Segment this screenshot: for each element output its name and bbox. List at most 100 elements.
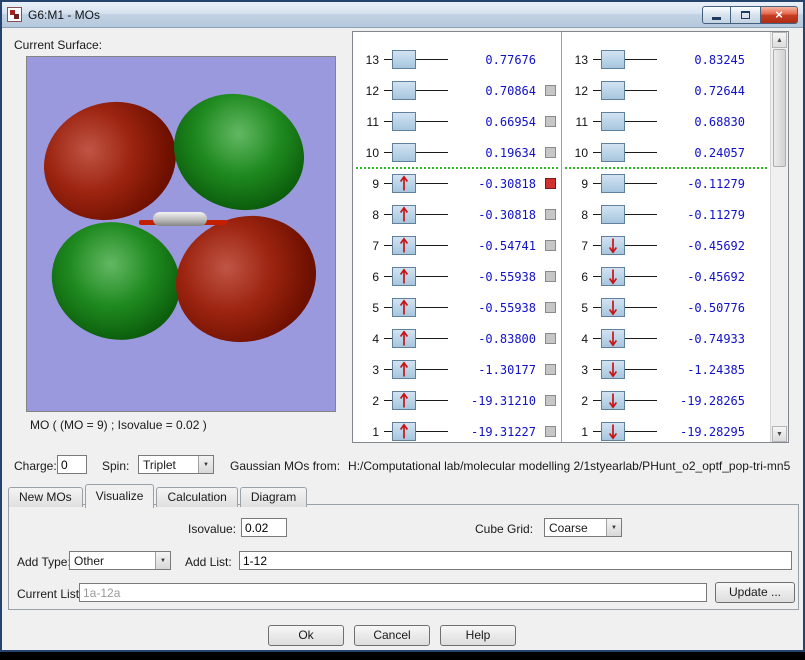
orbital-occupancy-box[interactable] bbox=[392, 329, 416, 348]
tab-visualize[interactable]: Visualize bbox=[85, 484, 155, 508]
spin-selected-value: Triplet bbox=[143, 458, 176, 472]
scroll-up-icon: ▲ bbox=[776, 37, 783, 44]
mo-number: 9 bbox=[359, 177, 379, 191]
mo-list-scrollbar[interactable]: ▲ ▼ bbox=[770, 32, 788, 442]
mo-select-checkbox[interactable] bbox=[545, 271, 556, 282]
mo-select-checkbox[interactable] bbox=[545, 147, 556, 158]
orbital-occupancy-box[interactable] bbox=[601, 391, 625, 410]
mo-number: 9 bbox=[568, 177, 588, 191]
mo-number: 10 bbox=[359, 146, 379, 160]
orbital-occupancy-box[interactable] bbox=[392, 174, 416, 193]
tab-new-mos[interactable]: New MOs bbox=[8, 487, 83, 507]
add-type-select[interactable]: Other ▼ bbox=[69, 551, 171, 570]
mo-level bbox=[384, 266, 448, 287]
mo-level bbox=[593, 266, 657, 287]
mo-row-alpha-2: 2-19.31210 bbox=[353, 385, 561, 416]
cube-grid-selected-value: Coarse bbox=[549, 521, 588, 535]
orbital-occupancy-box[interactable] bbox=[601, 236, 625, 255]
mo-row-alpha-6: 6-0.55938 bbox=[353, 261, 561, 292]
orbital-occupancy-box[interactable] bbox=[601, 81, 625, 100]
mo-level bbox=[384, 111, 448, 132]
orbital-occupancy-box[interactable] bbox=[601, 298, 625, 317]
orbital-occupancy-box[interactable] bbox=[392, 298, 416, 317]
mo-energy-value: 0.66954 bbox=[450, 115, 536, 129]
mo-select-checkbox[interactable] bbox=[545, 395, 556, 406]
orbital-occupancy-box[interactable] bbox=[392, 81, 416, 100]
orbital-occupancy-box[interactable] bbox=[601, 143, 625, 162]
orbital-occupancy-box[interactable] bbox=[601, 174, 625, 193]
mo-level bbox=[384, 173, 448, 194]
orbital-occupancy-box[interactable] bbox=[392, 50, 416, 69]
maximize-button[interactable] bbox=[731, 6, 760, 24]
mo-energy-value: -1.30177 bbox=[450, 363, 536, 377]
mo-select-checkbox[interactable] bbox=[545, 85, 556, 96]
mo-select-checkbox[interactable] bbox=[545, 240, 556, 251]
mo-select-checkbox[interactable] bbox=[545, 302, 556, 313]
close-icon: × bbox=[775, 7, 783, 22]
update-button[interactable]: Update ... bbox=[715, 582, 795, 603]
scroll-down-button[interactable]: ▼ bbox=[772, 426, 787, 442]
orbital-occupancy-box[interactable] bbox=[601, 205, 625, 224]
orbital-occupancy-box[interactable] bbox=[601, 50, 625, 69]
mo-row-alpha-5: 5-0.55938 bbox=[353, 292, 561, 323]
scrollbar-thumb[interactable] bbox=[773, 49, 786, 167]
mo-level bbox=[384, 297, 448, 318]
charge-label: Charge: bbox=[14, 459, 57, 473]
mo-select-checkbox[interactable] bbox=[545, 209, 556, 220]
orbital-occupancy-box[interactable] bbox=[601, 267, 625, 286]
cancel-button[interactable]: Cancel bbox=[354, 625, 430, 646]
close-button[interactable]: × bbox=[760, 6, 798, 24]
ok-button[interactable]: Ok bbox=[268, 625, 344, 646]
orbital-occupancy-box[interactable] bbox=[392, 112, 416, 131]
orbital-occupancy-box[interactable] bbox=[601, 329, 625, 348]
mo-energy-value: 0.70864 bbox=[450, 84, 536, 98]
spin-select[interactable]: Triplet ▼ bbox=[138, 455, 214, 474]
mo-select-checkbox[interactable] bbox=[545, 333, 556, 344]
mo-energy-value: -19.28295 bbox=[659, 425, 745, 439]
mo-number: 1 bbox=[359, 425, 379, 439]
mo-select-checkbox[interactable] bbox=[545, 364, 556, 375]
isovalue-input[interactable] bbox=[241, 518, 287, 537]
mo-row-alpha-7: 7-0.54741 bbox=[353, 230, 561, 261]
orbital-occupancy-box[interactable] bbox=[601, 360, 625, 379]
orbital-occupancy-box[interactable] bbox=[392, 360, 416, 379]
cube-grid-select[interactable]: Coarse ▼ bbox=[544, 518, 622, 537]
mo-level bbox=[593, 390, 657, 411]
mo-select-checkbox[interactable] bbox=[545, 426, 556, 437]
orbital-occupancy-box[interactable] bbox=[392, 422, 416, 441]
mo-number: 5 bbox=[359, 301, 379, 315]
scroll-up-button[interactable]: ▲ bbox=[772, 32, 787, 48]
orbital-occupancy-box[interactable] bbox=[392, 391, 416, 410]
orbital-occupancy-box[interactable] bbox=[601, 422, 625, 441]
orbital-occupancy-box[interactable] bbox=[601, 112, 625, 131]
mo-row-alpha-3: 3-1.30177 bbox=[353, 354, 561, 385]
mo-energy-value: 0.72644 bbox=[659, 84, 745, 98]
orbital-occupancy-box[interactable] bbox=[392, 236, 416, 255]
add-list-input[interactable] bbox=[239, 551, 792, 570]
spin-up-arrow-icon bbox=[398, 299, 410, 316]
orbital-occupancy-box[interactable] bbox=[392, 267, 416, 286]
orbital-occupancy-box[interactable] bbox=[392, 205, 416, 224]
mo-number: 5 bbox=[568, 301, 588, 315]
tab-diagram[interactable]: Diagram bbox=[240, 487, 307, 507]
mo-row-beta-12: 120.72644 bbox=[562, 75, 770, 106]
alpha-orbitals-column: 130.77676120.70864110.66954100.196349-0.… bbox=[353, 32, 561, 442]
mo-number: 4 bbox=[568, 332, 588, 346]
mo-select-checkbox[interactable] bbox=[545, 178, 556, 189]
dialog-client-area: Current Surface: MO ( (MO = 9) ; Isovalu… bbox=[2, 28, 803, 650]
mo-energy-value: -0.54741 bbox=[450, 239, 536, 253]
mo-number: 13 bbox=[359, 53, 379, 67]
orbital-occupancy-box[interactable] bbox=[392, 143, 416, 162]
mo-level bbox=[593, 111, 657, 132]
help-button[interactable]: Help bbox=[440, 625, 516, 646]
title-bar[interactable]: G6:M1 - MOs × bbox=[2, 2, 803, 28]
mo-row-beta-2: 2-19.28265 bbox=[562, 385, 770, 416]
mo-level bbox=[384, 328, 448, 349]
current-list-input[interactable] bbox=[79, 583, 707, 602]
charge-input[interactable] bbox=[57, 455, 87, 474]
spin-up-arrow-icon bbox=[398, 392, 410, 409]
mo-select-checkbox[interactable] bbox=[545, 116, 556, 127]
tab-calculation[interactable]: Calculation bbox=[156, 487, 237, 507]
minimize-button[interactable] bbox=[702, 6, 731, 24]
isovalue-label: Isovalue: bbox=[188, 522, 236, 536]
